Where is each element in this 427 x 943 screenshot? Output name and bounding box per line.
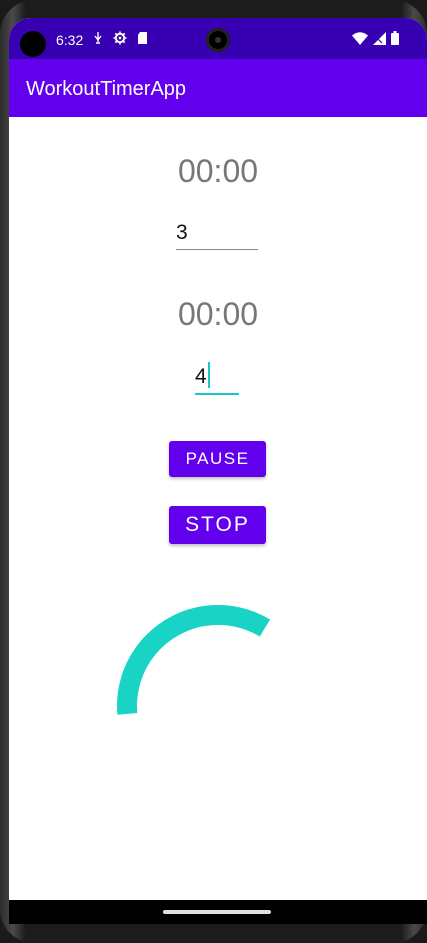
- home-gesture-handle[interactable]: [163, 910, 271, 914]
- app-bar: WorkoutTimerApp: [9, 59, 427, 117]
- battery-icon: [391, 31, 399, 45]
- pause-button[interactable]: PAUSE: [169, 441, 266, 477]
- progress-ring: [117, 605, 319, 808]
- usb-icon: [94, 32, 102, 44]
- duration-input-2[interactable]: 4: [195, 362, 239, 395]
- sd-card-icon: [138, 32, 147, 44]
- stop-button[interactable]: STOP: [169, 506, 266, 544]
- duration-input-1[interactable]: 3: [176, 221, 258, 250]
- app-title: WorkoutTimerApp: [26, 78, 187, 100]
- text-cursor: [207, 362, 210, 388]
- timer-display-2: 00:00: [177, 296, 259, 332]
- status-time: 6:32: [56, 32, 84, 48]
- app-screen: 6:32 WorkoutTimerApp 00:00 3 00:00 4 PAU…: [9, 18, 427, 924]
- front-camera: [206, 28, 230, 52]
- status-bar: 6:32: [9, 18, 427, 59]
- wifi-icon: [352, 31, 368, 45]
- settings-icon: [113, 31, 127, 45]
- signal-icon: [373, 31, 386, 45]
- progress-arc: [117, 605, 319, 808]
- status-icons-left: [93, 31, 148, 45]
- camera-cutout: [20, 31, 46, 57]
- duration-input-2-value: 4: [195, 365, 207, 388]
- status-icons-right: [352, 31, 399, 45]
- timer-display-1: 00:00: [177, 153, 259, 189]
- navigation-bar: [9, 900, 427, 924]
- duration-input-1-value: 3: [176, 221, 188, 244]
